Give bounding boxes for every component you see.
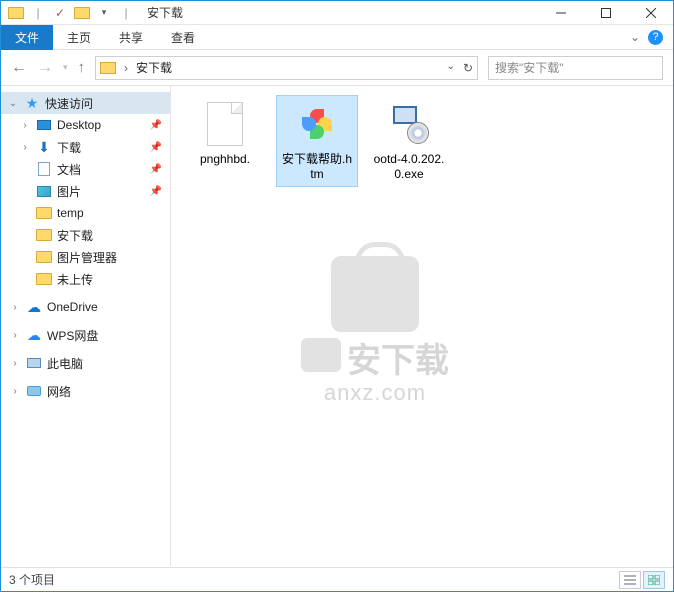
sidebar-item-downloads[interactable]: › ⬇ 下载 📌 [1,136,170,158]
tab-home[interactable]: 主页 [53,25,105,50]
sidebar-item-wps[interactable]: › ☁ WPS网盘 [1,324,170,346]
nav-bar: ← → ▾ ↑ › 安下载 ⌄ ↻ 搜索"安下载" [1,50,673,86]
quick-access[interactable]: ⌄ ★ 快速访问 [1,92,170,114]
sidebar-item-desktop[interactable]: › Desktop 📌 [1,114,170,136]
file-item[interactable]: pnghhbd. [185,96,265,186]
exe-icon [385,100,433,148]
folder-icon [36,251,52,263]
onedrive-icon: ☁ [27,299,41,316]
content-pane[interactable]: pnghhbd. 安下载帮助.htm ootd-4.0.202.0.e [171,86,673,566]
file-tab[interactable]: 文件 [1,25,53,50]
search-placeholder: 搜索"安下载" [495,59,564,76]
watermark: 安下载 anxz.com [301,256,449,406]
tab-view[interactable]: 查看 [157,25,209,50]
sidebar-item-picmgr[interactable]: 图片管理器 [1,246,170,268]
address-dropdown-icon[interactable]: ⌄ [447,61,455,75]
cloud-icon: ☁ [27,327,41,344]
folder-icon [36,207,52,219]
item-count: 3 个项目 [9,571,55,588]
sidebar-item-anxz[interactable]: 安下载 [1,224,170,246]
htm-icon [293,100,341,148]
folder-icon[interactable] [7,4,25,22]
breadcrumb[interactable]: 安下载 [136,59,172,76]
minimize-button[interactable] [538,1,583,24]
window-controls [538,1,673,24]
sidebar-item-network[interactable]: › 网络 [1,380,170,402]
file-item[interactable]: ootd-4.0.202.0.exe [369,96,449,186]
checkmark-icon[interactable]: ✓ [51,4,69,22]
folder-icon [100,62,116,74]
titlebar: | ✓ ▾ | 安下载 [1,1,673,25]
pin-icon: 📌 [150,186,162,197]
sidebar-item-documents[interactable]: 文档 📌 [1,158,170,180]
folder-icon [36,273,52,285]
breadcrumb-separator-icon[interactable]: › [120,61,132,75]
address-bar[interactable]: › 安下载 ⌄ ↻ [95,56,478,80]
forward-button[interactable]: → [37,59,53,77]
maximize-button[interactable] [583,1,628,24]
pictures-icon [37,186,51,197]
icons-view-button[interactable] [643,571,665,589]
sidebar-item-unupload[interactable]: 未上传 [1,268,170,290]
sidebar-item-pictures[interactable]: 图片 📌 [1,180,170,202]
qat-separator: | [117,4,135,22]
refresh-icon[interactable]: ↻ [463,61,473,75]
close-button[interactable] [628,1,673,24]
status-bar: 3 个项目 [1,567,673,591]
chevron-down-icon[interactable]: ⌄ [7,98,19,109]
tab-share[interactable]: 共享 [105,25,157,50]
help-icon[interactable]: ? [648,30,663,45]
qat-dropdown-icon[interactable]: ▾ [95,4,113,22]
document-icon [38,162,50,176]
recent-dropdown-icon[interactable]: ▾ [63,62,68,73]
file-icon [201,100,249,148]
nav-tree: ⌄ ★ 快速访问 › Desktop 📌 › ⬇ 下载 📌 文档 📌 图片 📌 [1,86,171,566]
back-button[interactable]: ← [11,59,27,77]
folder-icon [36,229,52,241]
monitor-icon [27,358,41,368]
sidebar-item-temp[interactable]: temp [1,202,170,224]
download-icon: ⬇ [38,139,50,156]
chevron-down-icon[interactable]: ⌄ [630,30,640,44]
window-title: 安下载 [147,4,183,21]
desktop-icon [37,120,51,130]
pin-icon: 📌 [150,142,162,153]
qat-separator: | [29,4,47,22]
chevron-right-icon[interactable]: › [9,358,21,369]
network-icon [27,386,41,396]
folder-icon[interactable] [73,4,91,22]
chevron-right-icon[interactable]: › [9,330,21,341]
star-icon: ★ [26,95,39,112]
details-view-button[interactable] [619,571,641,589]
chevron-right-icon[interactable]: › [9,302,21,313]
pin-icon: 📌 [150,164,162,175]
search-input[interactable]: 搜索"安下载" [488,56,663,80]
up-button[interactable]: ↑ [78,59,86,76]
sidebar-item-onedrive[interactable]: › ☁ OneDrive [1,296,170,318]
file-list: pnghhbd. 安下载帮助.htm ootd-4.0.202.0.e [171,86,673,196]
chevron-right-icon[interactable]: › [19,142,31,153]
main-area: ⌄ ★ 快速访问 › Desktop 📌 › ⬇ 下载 📌 文档 📌 图片 📌 [1,86,673,566]
chevron-right-icon[interactable]: › [19,120,31,131]
pin-icon: 📌 [150,120,162,131]
file-item[interactable]: 安下载帮助.htm [277,96,357,186]
sidebar-item-thispc[interactable]: › 此电脑 [1,352,170,374]
ribbon-tabs: 文件 主页 共享 查看 ⌄ ? [1,25,673,50]
chevron-right-icon[interactable]: › [9,386,21,397]
quick-access-toolbar: | ✓ ▾ | [1,4,141,22]
